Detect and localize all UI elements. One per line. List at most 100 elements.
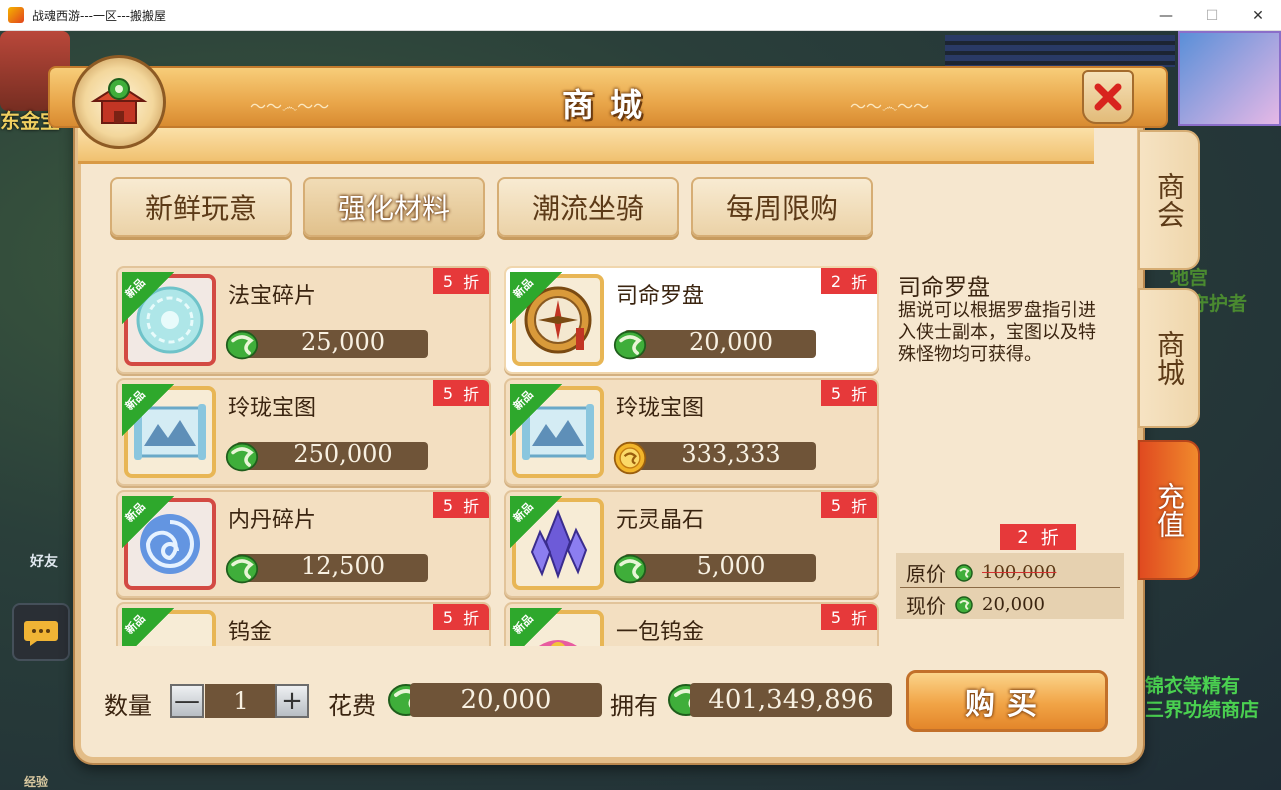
item-card[interactable]: 新品 一包钨金 5 折 [504, 602, 879, 646]
item-card[interactable]: 新品 司命罗盘 2 折 20,000 [504, 266, 879, 374]
current-price: 20,000 [982, 594, 1045, 615]
discount-value: 5 [442, 607, 454, 627]
tab-mounts[interactable]: 潮流坐骑 [497, 177, 679, 237]
discount-value: 5 [830, 607, 842, 627]
discount-suffix: 折 [463, 497, 480, 516]
window-titlebar: 战魂西游---一区---搬搬屋 — ☐ ✕ [0, 0, 1281, 31]
discount-value: 2 [830, 271, 842, 291]
item-price: 250,000 [293, 440, 393, 468]
character-portrait[interactable] [1178, 31, 1281, 126]
discount-badge: 2折 [821, 268, 877, 294]
shop-emblem-icon [72, 55, 166, 149]
discount-value: 5 [830, 495, 842, 515]
item-name: 钨金 [228, 620, 273, 645]
item-card[interactable]: 新品 元灵晶石 5 折 5,000 [504, 490, 879, 598]
detail-discount-badge: 2 折 [1000, 524, 1076, 550]
discount-badge: 5折 [821, 380, 877, 406]
shop-title: 商城 [561, 86, 658, 124]
discount-suffix: 折 [851, 497, 868, 516]
discount-value: 5 [830, 383, 842, 403]
discount-badge: 5折 [821, 604, 877, 630]
item-name: 一包钨金 [616, 620, 705, 645]
item-price: 12,500 [301, 552, 385, 580]
discount-suffix: 折 [463, 609, 480, 628]
new-badge: 新品 [510, 608, 562, 646]
new-badge: 新品 [510, 496, 562, 548]
discount-badge: 5折 [433, 604, 489, 630]
maximize-button[interactable]: ☐ [1189, 0, 1235, 31]
discount-badge: 5折 [433, 380, 489, 406]
item-name: 玲珑宝图 [228, 396, 317, 421]
item-card[interactable]: 新品 法宝碎片 5 折 25,000 [116, 266, 491, 374]
new-badge-label: 新品 [510, 387, 536, 413]
discount-value: 5 [442, 495, 454, 515]
owned-label: 拥有 [610, 692, 658, 720]
new-badge-label: 新品 [510, 499, 536, 525]
quantity-plus-button[interactable]: + [275, 684, 309, 718]
tab-enhance-materials[interactable]: 强化材料 [303, 177, 485, 237]
item-name: 法宝碎片 [228, 284, 317, 309]
minimize-button[interactable]: — [1143, 0, 1189, 31]
discount-badge: 5折 [433, 492, 489, 518]
header-ornament [78, 128, 1094, 164]
cost-value: 20,000 [410, 683, 602, 717]
detail-discount-suffix: 折 [1040, 528, 1059, 549]
original-price-label: 原价 [906, 562, 946, 586]
bg-label-shop: 三界功绩商店 [1145, 699, 1260, 721]
discount-badge: 5折 [433, 268, 489, 294]
jade-coin-icon [955, 595, 973, 614]
window-title: 战魂西游---一区---搬搬屋 [32, 8, 166, 23]
header-scroll-right: 〜〜෴〜〜 [850, 97, 930, 116]
detail-price-box: 原价 100,000 现价 20,000 [896, 553, 1124, 619]
cost-label: 花费 [328, 692, 376, 720]
detail-description: 据说可以根据罗盘指引进入侠士副本，宝图以及特殊怪物均可获得。 [898, 300, 1096, 365]
item-name: 元灵晶石 [616, 508, 705, 533]
close-icon [1094, 83, 1122, 111]
discount-suffix: 折 [463, 385, 480, 404]
discount-suffix: 折 [851, 273, 868, 292]
current-price-label: 现价 [906, 594, 946, 618]
status-bars [945, 35, 1175, 67]
jade-coin-icon [955, 563, 973, 582]
item-card[interactable]: 新品 玲珑宝图 5 折 333,333 [504, 378, 879, 486]
quantity-input[interactable]: 1 [205, 684, 277, 718]
discount-suffix: 折 [851, 609, 868, 628]
item-price: 25,000 [301, 328, 385, 356]
tab-weekly-limited[interactable]: 每周限购 [691, 177, 873, 237]
discount-suffix: 折 [851, 385, 868, 404]
item-card[interactable]: 新品 玲珑宝图 5 折 250,000 [116, 378, 491, 486]
item-price: 20,000 [689, 328, 773, 356]
discount-badge: 5折 [821, 492, 877, 518]
new-badge-label: 新品 [122, 387, 148, 413]
buy-button[interactable]: 购买 [906, 670, 1108, 732]
item-grid[interactable]: 新品 法宝碎片 5 折 25,000 新品 司命罗盘 2 折 20,000 新品 玲珑宝图 5 折 250,… [110, 262, 882, 646]
new-badge-label: 新品 [122, 611, 148, 637]
original-price: 100,000 [982, 562, 1057, 583]
new-badge: 新品 [122, 496, 174, 548]
new-badge: 新品 [510, 384, 562, 436]
side-tab-shop[interactable]: 商城 [1138, 288, 1200, 428]
discount-value: 5 [442, 271, 454, 291]
discount-suffix: 折 [463, 273, 480, 292]
side-tab-guild[interactable]: 商会 [1138, 130, 1200, 270]
item-card[interactable]: 新品 钨金 5 折 [116, 602, 491, 646]
new-badge: 新品 [122, 608, 174, 646]
item-card[interactable]: 新品 内丹碎片 5 折 12,500 [116, 490, 491, 598]
close-shop-button[interactable] [1082, 70, 1134, 124]
tab-fresh[interactable]: 新鲜玩意 [110, 177, 292, 237]
app-icon [8, 7, 24, 23]
bg-friends-label[interactable]: 好友 [30, 551, 58, 571]
chat-icon[interactable] [12, 603, 70, 661]
new-badge: 新品 [122, 272, 174, 324]
new-badge-label: 新品 [510, 275, 536, 301]
close-window-button[interactable]: ✕ [1235, 0, 1281, 31]
owned-value: 401,349,896 [690, 683, 892, 717]
header-scroll-left: 〜〜෴〜〜 [250, 97, 330, 116]
item-price: 5,000 [696, 552, 766, 580]
new-badge-label: 新品 [122, 275, 148, 301]
new-badge-label: 新品 [122, 499, 148, 525]
quantity-minus-button[interactable]: — [170, 684, 204, 718]
side-tab-recharge[interactable]: 充值 [1138, 440, 1200, 580]
item-name: 司命罗盘 [616, 284, 705, 309]
bg-exp-label: 经验 [24, 775, 49, 789]
